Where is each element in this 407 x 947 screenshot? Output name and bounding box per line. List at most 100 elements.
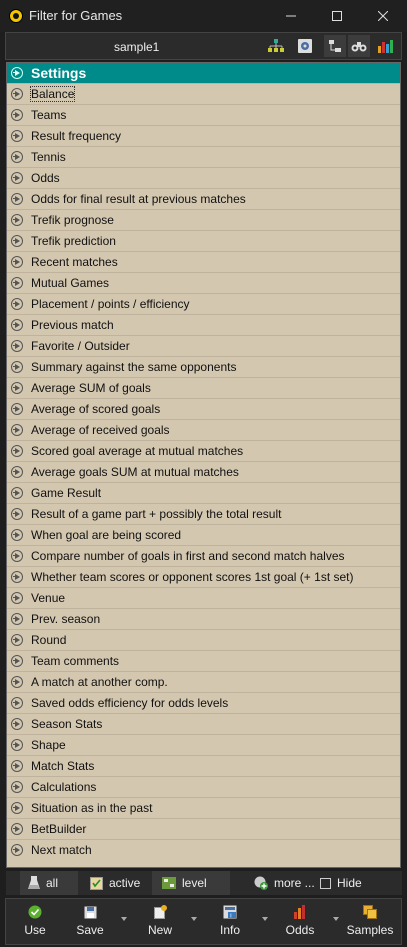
list-item[interactable]: Recent matches [7,251,400,272]
minimize-icon [286,15,296,17]
more-button[interactable]: more ... [254,871,315,895]
list-item-label: Average goals SUM at mutual matches [31,465,239,479]
filter-level-button[interactable]: level [152,871,230,895]
arrow-right-icon [11,718,23,730]
list-item-label: Scored goal average at mutual matches [31,444,244,458]
list-item[interactable]: Trefik prediction [7,230,400,251]
list-item-label: Average SUM of goals [31,381,151,395]
list-item[interactable]: Situation as in the past [7,797,400,818]
level-icon [162,877,176,889]
list-header[interactable]: Settings [7,63,400,83]
samples-button[interactable]: Samples [345,903,395,937]
list-item[interactable]: Compare number of goals in first and sec… [7,545,400,566]
list-item[interactable]: Shape [7,734,400,755]
arrow-right-icon [11,256,23,268]
minimize-button[interactable] [268,0,314,32]
list-item[interactable]: Tennis [7,146,400,167]
bottom-toolbar: Use Save New i Info Odds Samples [5,898,402,945]
list-item[interactable]: Placement / points / efficiency [7,293,400,314]
list-item[interactable]: Trefik prognose [7,209,400,230]
tree-view-button[interactable] [265,35,287,57]
list-item-label: Average of received goals [31,423,170,437]
arrow-right-icon [11,277,23,289]
arrow-right-icon [11,613,23,625]
save-dropdown-icon[interactable] [121,917,127,921]
list-item-label: Season Stats [31,717,103,731]
maximize-button[interactable] [314,0,360,32]
info-label: Info [219,923,240,937]
sample-name[interactable]: sample1 [114,40,159,54]
sample-toolbar: sample1 [5,32,402,60]
list-item[interactable]: Season Stats [7,713,400,734]
filter-active-button[interactable]: active [90,871,140,895]
list-item[interactable]: Balance [7,83,400,104]
samples-label: Samples [346,923,394,937]
arrow-right-icon [11,361,23,373]
filter-all-button[interactable]: all [20,871,78,895]
arrow-right-icon [11,571,23,583]
list-item[interactable]: A match at another comp. [7,671,400,692]
arrow-right-icon [11,382,23,394]
list-item[interactable]: Previous match [7,314,400,335]
list-item[interactable]: Round [7,629,400,650]
search-button[interactable] [348,35,370,57]
filter-active-label: active [109,876,141,890]
list-item-label: Prev. season [31,612,101,626]
save-button[interactable]: Save [67,903,113,937]
list-item[interactable]: Scored goal average at mutual matches [7,440,400,461]
close-button[interactable] [360,0,406,32]
list-item-label: Shape [31,738,66,752]
arrow-right-icon [11,445,23,457]
list-item[interactable]: Average goals SUM at mutual matches [7,461,400,482]
list-item[interactable]: Saved odds efficiency for odds levels [7,692,400,713]
new-button[interactable]: New [137,903,183,937]
list-item[interactable]: Result frequency [7,125,400,146]
list-item[interactable]: Odds for final result at previous matche… [7,188,400,209]
list-item[interactable]: Venue [7,587,400,608]
info-icon: i [223,905,237,919]
odds-dropdown-icon[interactable] [333,917,339,921]
hide-toggle[interactable]: Hide [320,871,362,895]
list-item[interactable]: Odds [7,167,400,188]
list-item-label: Result frequency [31,129,122,143]
list-item[interactable]: Game Result [7,482,400,503]
new-document-icon [153,905,167,919]
list-item-label: Previous match [31,318,114,332]
list-item[interactable]: Favorite / Outsider [7,335,400,356]
settings-button[interactable] [294,35,316,57]
list-item[interactable]: Mutual Games [7,272,400,293]
list-item[interactable]: Match Stats [7,755,400,776]
list-item[interactable]: Summary against the same opponents [7,356,400,377]
tree-collapse-icon [329,40,341,52]
list-header-label: Settings [31,65,87,81]
info-dropdown-icon[interactable] [262,917,268,921]
list-item[interactable]: Team comments [7,650,400,671]
list-item[interactable]: Average of received goals [7,419,400,440]
list-item-label: Average of scored goals [31,402,161,416]
list-item[interactable]: Prev. season [7,608,400,629]
stats-button[interactable] [374,35,396,57]
list-item[interactable]: Next match [7,839,400,860]
list-item[interactable]: Result of a game part + possibly the tot… [7,503,400,524]
list-item[interactable]: Whether team scores or opponent scores 1… [7,566,400,587]
use-button[interactable]: Use [12,903,58,937]
arrow-right-icon [11,760,23,772]
flask-icon [28,876,40,889]
collapse-button[interactable] [324,35,346,57]
hide-checkbox[interactable] [320,877,331,889]
list-item[interactable]: Calculations [7,776,400,797]
odds-chart-icon [294,905,305,919]
list-item[interactable]: BetBuilder [7,818,400,839]
odds-button[interactable]: Odds [277,903,323,937]
list-item[interactable]: Teams [7,104,400,125]
list-item[interactable]: When goal are being scored [7,524,400,545]
arrow-right-icon [11,424,23,436]
info-button[interactable]: i Info [207,903,253,937]
new-dropdown-icon[interactable] [191,917,197,921]
list-item[interactable]: Average of scored goals [7,398,400,419]
list-item-label: Result of a game part + possibly the tot… [31,507,282,521]
list-item-label: Next match [31,843,92,857]
arrow-right-icon [11,88,23,100]
arrow-right-icon [11,193,23,205]
list-item[interactable]: Average SUM of goals [7,377,400,398]
